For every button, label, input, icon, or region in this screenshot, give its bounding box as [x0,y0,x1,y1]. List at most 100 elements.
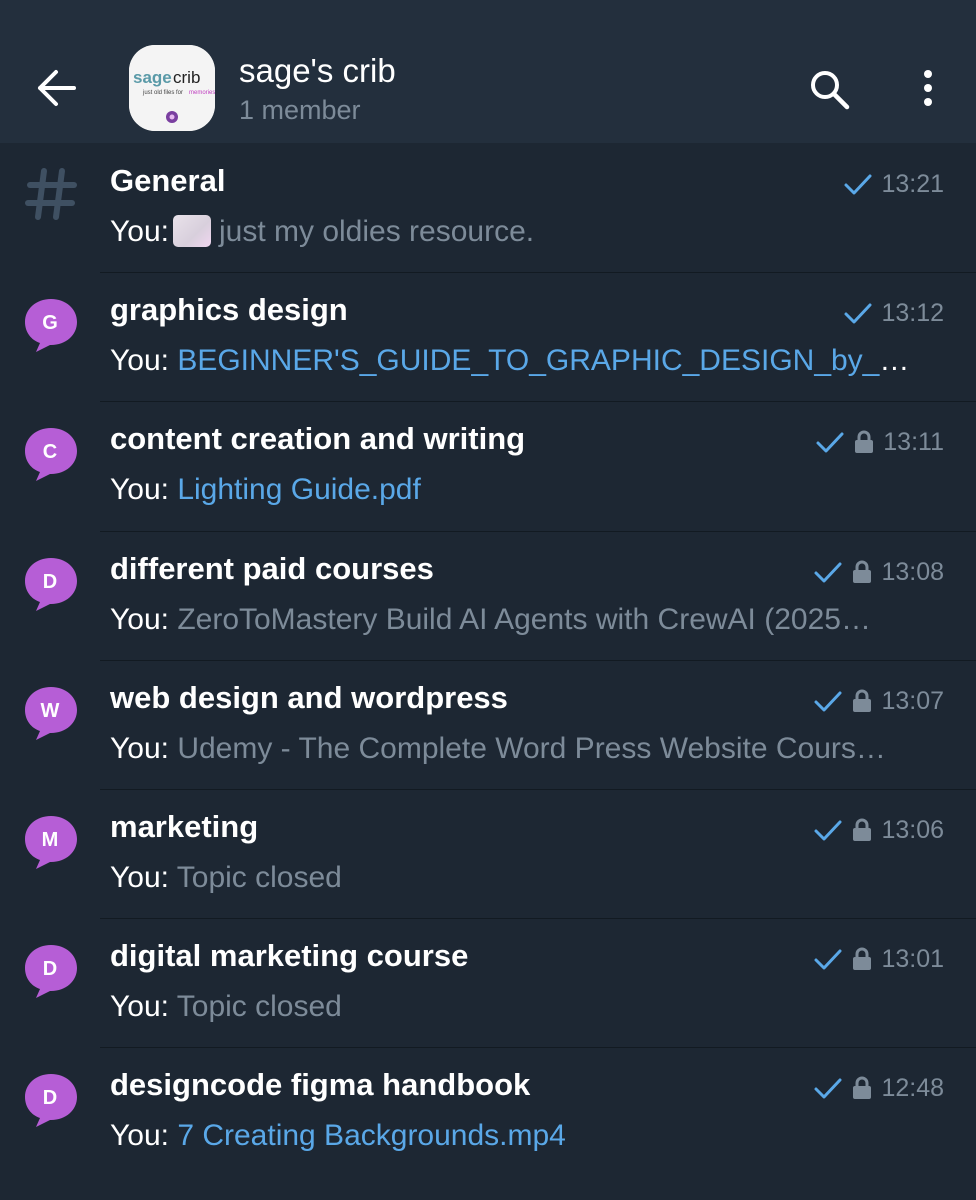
last-message-preview: You: Lighting Guide.pdf [110,473,920,507]
read-check-icon [816,432,844,453]
message-time: 13:11 [883,427,944,456]
topic-meta: 13:06 [813,815,944,845]
message-time: 13:06 [881,815,944,844]
message-time: 13:21 [881,169,944,198]
topic-meta: 13:12 [843,298,944,328]
read-check-icon [814,562,842,583]
topic-title: designcode figma handbook [110,1067,531,1102]
topic-letter: W [41,700,60,722]
file-name: Lighting Guide.pdf [177,473,421,506]
group-avatar[interactable]: sage crib just old files for memories [129,45,215,131]
search-icon [811,71,850,110]
read-check-icon [844,174,872,195]
topic-title: different paid courses [110,551,434,586]
read-check-icon [814,820,842,841]
topic-title: graphics design [110,292,348,327]
lock-icon [853,689,872,712]
chat-header: sage crib just old files for memories sa… [0,0,976,143]
topic-row[interactable]: Mmarketing 13:06 You: Topic closed [0,789,976,918]
topic-bubble-icon: D [22,555,80,613]
file-name: 7 Creating Backgrounds.mp4 [177,1119,566,1152]
last-message-preview: You: 7 Creating Backgrounds.mp4 [110,1119,920,1153]
read-check-icon [844,303,872,324]
message-text: Topic closed [176,861,342,894]
topic-row[interactable]: Ccontent creation and writing 13:11 You: L… [0,401,976,530]
topic-bubble-icon: G [22,296,80,354]
topic-letter: D [43,958,57,980]
topic-bubble-icon: M [22,813,80,871]
message-time: 13:07 [881,686,944,715]
sender-label: You: [110,732,169,765]
lock-icon [853,947,872,970]
topic-letter: M [42,829,59,851]
svg-text:memories: memories [189,90,215,96]
topic-row[interactable]: Ddigital marketing course 13:01 You: Topic… [0,918,976,1047]
svg-text:just old files for: just old files for [142,90,183,96]
topic-meta: 13:21 [843,169,944,199]
last-message-preview: You: Topic closed [110,861,920,895]
topic-title: web design and wordpress [110,680,508,715]
last-message-preview: You: Topic closed [110,990,920,1024]
svg-text:crib: crib [173,68,200,87]
media-thumbnail [172,215,211,247]
topic-meta: 13:11 [815,427,944,457]
back-button[interactable] [34,68,78,108]
read-check-icon [814,1078,842,1099]
topic-row[interactable]: Ddifferent paid courses 13:08 You: ZeroToM… [0,531,976,660]
svg-text:sage: sage [133,68,172,87]
search-button[interactable] [806,66,852,112]
topic-bubble-icon: D [22,942,80,1000]
read-check-icon [814,949,842,970]
hashtag-icon [22,165,80,223]
group-logo: sage crib just old files for memories [129,45,215,131]
topic-meta: 13:07 [813,686,944,716]
message-text: Topic closed [176,990,342,1023]
lock-icon [855,430,874,453]
lock-icon [853,1076,872,1099]
topic-bubble-icon: W [22,684,80,742]
arrow-left-icon [38,70,76,106]
message-text: ZeroToMastery Build AI Agents with CrewA… [177,603,871,636]
sender-label: You: [110,1119,169,1152]
topic-meta: 13:01 [813,944,944,974]
topic-meta: 12:48 [813,1073,944,1103]
topic-row[interactable]: Wweb design and wordpress 13:07 You: Udemy… [0,660,976,789]
last-message-preview: You: just my oldies resource. [110,215,920,249]
message-text: Udemy - The Complete Word Press Website … [177,732,886,765]
topic-title: General [110,163,226,198]
sender-label: You: [110,215,169,248]
topic-bubble-icon: D [22,1071,80,1129]
last-message-preview: You: Udemy - The Complete Word Press Web… [110,732,920,766]
topic-bubble-icon: C [22,425,80,483]
topic-letter: D [43,1087,57,1109]
file-name: BEGINNER'S_GUIDE_TO_GRAPHIC_DESIGN_by_Pr… [177,344,920,377]
topic-letter: G [42,312,58,334]
topic-row[interactable]: Ddesigncode figma handbook 12:48 You: 7 Cr… [0,1047,976,1176]
lock-icon [853,560,872,583]
sender-label: You: [110,603,169,636]
topic-row[interactable]: General 13:21 You: just my oldies resource. [0,143,976,272]
topic-title: digital marketing course [110,938,469,973]
last-message-preview: You: BEGINNER'S_GUIDE_TO_GRAPHIC_DESIGN_… [110,344,920,378]
topic-title: content creation and writing [110,421,526,456]
chat-title[interactable]: sage's crib [239,52,396,90]
topic-letter: C [43,441,57,463]
topic-row[interactable]: Ggraphics design 13:12 You: BEGINNER'S_GUI… [0,272,976,401]
topic-title: marketing [110,809,259,844]
sender-label: You: [110,344,169,377]
message-time: 13:01 [881,944,944,973]
topic-meta: 13:08 [813,557,944,587]
last-message-preview: You: ZeroToMastery Build AI Agents with … [110,603,920,637]
sender-label: You: [110,861,169,894]
message-time: 12:48 [881,1073,944,1102]
topic-letter: D [43,571,57,593]
message-text: just my oldies resource. [218,215,535,248]
read-check-icon [814,691,842,712]
message-time: 13:08 [881,557,944,586]
more-menu-button[interactable] [912,66,944,112]
message-time: 13:12 [881,298,944,327]
more-vertical-icon [924,70,932,106]
member-count: 1 member [239,95,361,125]
sender-label: You: [110,473,169,506]
lock-icon [853,818,872,841]
